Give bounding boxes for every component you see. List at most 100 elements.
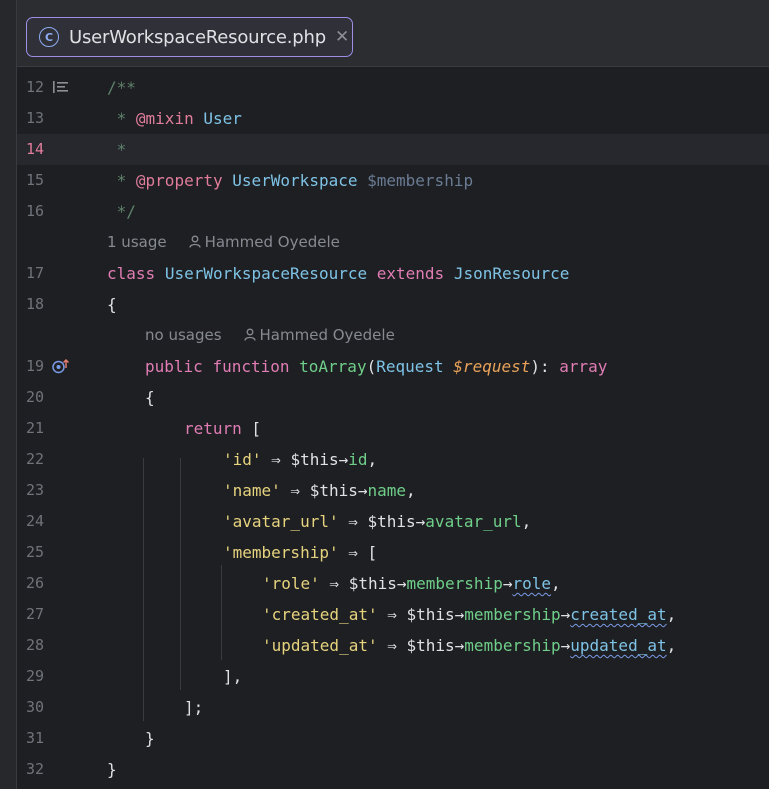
code-line: 19 public function toArray(Request $requ…	[17, 351, 769, 382]
property: id	[348, 450, 368, 469]
php-class-icon: C	[39, 27, 59, 47]
sub-property: created_at	[570, 605, 667, 624]
function-name: toArray	[299, 357, 367, 376]
usage-hint-row: no usages Hammed Oyedele	[17, 320, 769, 351]
code-line: 27 'created_at' ⇒ $this→membership→creat…	[17, 599, 769, 630]
code-line: 14 *	[17, 134, 769, 165]
code-line: 17 class UserWorkspaceResource extends J…	[17, 258, 769, 289]
usage-count[interactable]: no usages	[145, 326, 222, 344]
doc-tag: @property	[135, 171, 223, 190]
property: name	[367, 481, 407, 500]
author-name[interactable]: Hammed Oyedele	[205, 233, 340, 251]
code-line: 29 ],	[17, 661, 769, 692]
line-number: 12	[25, 78, 44, 96]
keyword: extends	[376, 264, 445, 283]
parameter: $request	[453, 357, 531, 376]
editor-tab-bar: C UserWorkspaceResource.php ✕	[17, 0, 769, 67]
sub-property: role	[512, 574, 551, 593]
code-line: 25 'membership' ⇒ [	[17, 537, 769, 568]
this-ref: $this→	[406, 636, 465, 655]
line-number: 27	[25, 605, 44, 623]
code-text: 'updated_at' ⇒ $this→membership→updated_…	[262, 630, 676, 661]
person-icon	[243, 328, 256, 341]
doc-variable: $membership	[367, 171, 474, 190]
code-text: 'avatar_url' ⇒ $this→avatar_url,	[223, 506, 531, 537]
punctuation: ,	[666, 636, 677, 655]
punctuation: ,	[367, 450, 378, 469]
line-number: 16	[25, 202, 44, 220]
keyword: function	[212, 357, 290, 376]
keyword: return	[184, 419, 242, 438]
line-number: 26	[25, 574, 44, 592]
code-line: 30 ];	[17, 692, 769, 723]
tool-window-strip	[0, 0, 17, 789]
line-number: 18	[25, 295, 44, 313]
array-key: 'avatar_url'	[223, 512, 339, 531]
doc-type: UserWorkspace	[232, 171, 358, 190]
implements-method-icon[interactable]	[52, 358, 70, 374]
punctuation: ,	[406, 481, 416, 500]
code-line: 24 'avatar_url' ⇒ $this→avatar_url,	[17, 506, 769, 537]
line-number: 23	[25, 481, 44, 499]
punctuation: [	[367, 543, 378, 562]
operator: ⇒	[280, 481, 310, 500]
code-line: 22 'id' ⇒ $this→id,	[17, 444, 769, 475]
doc-star: *	[107, 109, 136, 128]
code-text: 'created_at' ⇒ $this→membership→created_…	[262, 599, 676, 630]
code-editor[interactable]: 12 /** 13 * @mixin User 14 * 15 * @prope…	[17, 67, 769, 789]
code-line: 23 'name' ⇒ $this→name,	[17, 475, 769, 506]
code-text: class UserWorkspaceResource extends Json…	[107, 258, 569, 289]
author-name[interactable]: Hammed Oyedele	[260, 326, 395, 344]
this-ref: $this→	[367, 512, 426, 531]
line-number: 19	[25, 357, 44, 375]
line-number: 32	[25, 760, 44, 778]
doc-type: User	[203, 109, 242, 128]
code-text: * @mixin User	[107, 103, 242, 134]
line-number: 21	[25, 419, 44, 437]
punctuation: [	[241, 419, 262, 438]
sub-property: updated_at	[570, 636, 667, 655]
usage-count[interactable]: 1 usage	[107, 233, 167, 251]
line-number: 29	[25, 667, 44, 685]
line-number: 15	[25, 171, 44, 189]
keyword: public	[145, 357, 203, 376]
class-name: UserWorkspaceResource	[164, 264, 368, 283]
code-text: {	[145, 388, 155, 407]
punctuation: (	[366, 357, 377, 376]
array-key: 'created_at'	[262, 605, 378, 624]
code-text: }	[145, 729, 155, 748]
code-text: */	[107, 202, 136, 221]
code-text: 'membership' ⇒ [	[223, 537, 377, 568]
property: membership	[464, 605, 561, 624]
close-icon[interactable]: ✕	[335, 27, 349, 47]
keyword: class	[107, 264, 156, 283]
code-text: *	[107, 140, 127, 159]
code-line: 20 {	[17, 382, 769, 413]
operator: ⇒	[261, 450, 291, 469]
tab-user-workspace-resource[interactable]: C UserWorkspaceResource.php ✕	[26, 17, 353, 57]
property: membership	[464, 636, 561, 655]
array-key: 'updated_at'	[262, 636, 378, 655]
line-number: 24	[25, 512, 44, 530]
line-number-current: 14	[25, 140, 44, 158]
code-line: 31 }	[17, 723, 769, 754]
code-line: 12 /**	[17, 72, 769, 103]
operator: →	[560, 605, 571, 624]
line-number: 31	[25, 729, 44, 747]
usage-hint[interactable]: no usages Hammed Oyedele	[145, 320, 395, 351]
code-line: 28 'updated_at' ⇒ $this→membership→updat…	[17, 630, 769, 661]
code-text: public function toArray(Request $request…	[145, 351, 607, 382]
punctuation: ):	[530, 357, 560, 376]
usage-hint[interactable]: 1 usage Hammed Oyedele	[107, 227, 340, 258]
code-text: ],	[223, 667, 243, 686]
property: avatar_url	[425, 512, 522, 531]
doc-comment-toggle-icon[interactable]	[53, 81, 69, 93]
this-ref: $this→	[309, 481, 368, 500]
property: membership	[406, 574, 503, 593]
code-line: 15 * @property UserWorkspace $membership	[17, 165, 769, 196]
line-number: 30	[25, 698, 44, 716]
code-line: 13 * @mixin User	[17, 103, 769, 134]
line-number: 28	[25, 636, 44, 654]
array-key: 'membership'	[223, 543, 339, 562]
doc-tag: @mixin	[135, 109, 194, 128]
